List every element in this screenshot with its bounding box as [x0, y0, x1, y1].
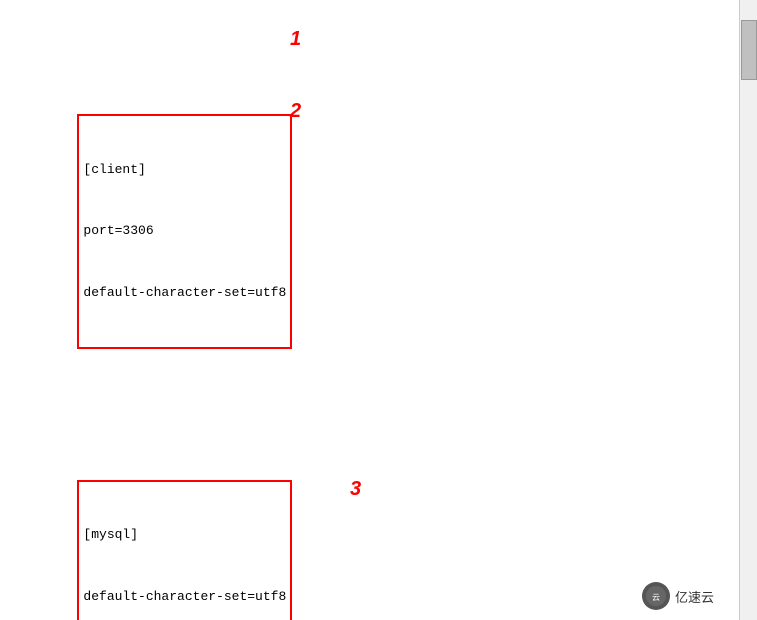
annotation-1: 1 [290, 28, 301, 51]
client-section-box: [client] port=3306 default-character-set… [77, 114, 292, 349]
scrollbar[interactable] [739, 0, 757, 620]
mysql-label: [mysql] [83, 525, 286, 545]
mysql-charset: default-character-set=utf8 [83, 587, 286, 607]
svg-text:云: 云 [652, 593, 660, 602]
watermark: 云 亿速云 [642, 582, 714, 610]
mysql-section-box: [mysql] default-character-set=utf8 [77, 480, 292, 620]
annotation-2: 2 [290, 100, 301, 123]
watermark-svg: 云 [645, 585, 667, 607]
watermark-icon: 云 [642, 582, 670, 610]
scrollbar-thumb[interactable] [741, 20, 757, 80]
main-container: 1 2 3 [client] port=3306 default-charact… [0, 0, 757, 620]
client-label: [client] [83, 160, 286, 180]
client-charset: default-character-set=utf8 [83, 283, 286, 303]
code-block: [client] port=3306 default-character-set… [15, 10, 724, 620]
annotation-3: 3 [350, 478, 361, 501]
content-area: 1 2 3 [client] port=3306 default-charact… [0, 0, 739, 620]
watermark-text: 亿速云 [675, 587, 714, 606]
client-port: port=3306 [83, 221, 286, 241]
